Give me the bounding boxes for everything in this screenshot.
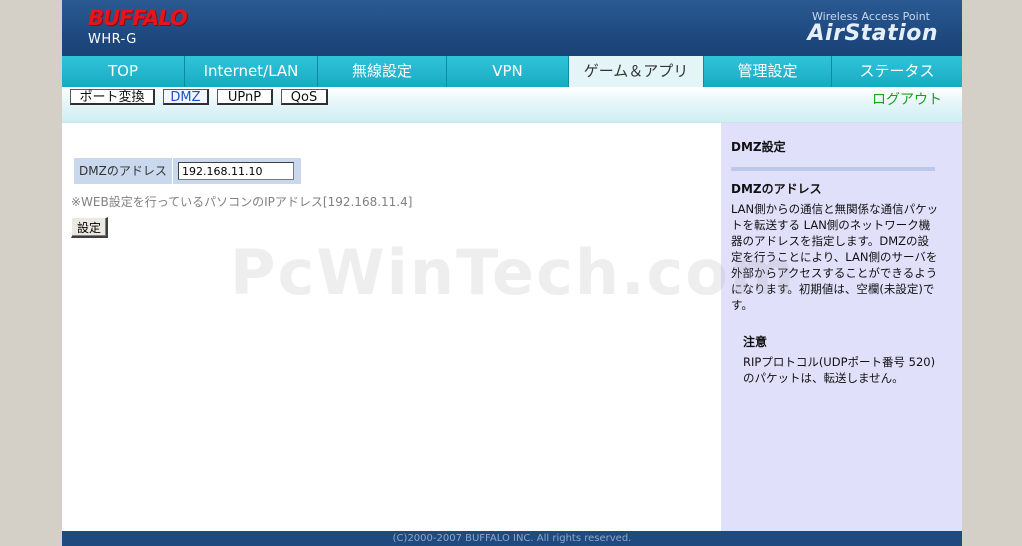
tab-internet-lan[interactable]: Internet/LAN — [185, 56, 318, 87]
help-divider — [731, 167, 935, 171]
tab-wireless[interactable]: 無線設定 — [318, 56, 447, 87]
current-pc-ip-note: ※WEB設定を行っているパソコンのIPアドレス[192.168.11.4] — [71, 195, 413, 209]
tab-game-apps[interactable]: ゲーム＆アプリ — [569, 56, 704, 87]
buffalo-logo: BUFFALO — [88, 6, 188, 30]
subtab-dmz[interactable]: DMZ — [163, 89, 209, 105]
airstation-logo: AirStation — [807, 21, 938, 46]
sub-tab-bar: ポート変換 DMZ UPnP QoS ログアウト — [62, 87, 962, 123]
subtab-upnp[interactable]: UPnP — [217, 89, 273, 105]
main-tabs: TOP Internet/LAN 無線設定 VPN ゲーム＆アプリ 管理設定 ス… — [62, 56, 962, 87]
tab-status[interactable]: ステータス — [832, 56, 962, 87]
dmz-address-label: DMZのアドレス — [74, 158, 172, 184]
help-note-title: 注意 — [743, 335, 768, 349]
header-bar: BUFFALO WHR-G Wireless Access Point AirS… — [62, 0, 962, 56]
logout-link[interactable]: ログアウト — [872, 89, 942, 109]
dmz-address-input[interactable] — [178, 162, 294, 180]
apply-settings-button[interactable]: 設定 — [71, 217, 109, 238]
subtab-port-forwarding[interactable]: ポート変換 — [70, 89, 155, 105]
tab-top[interactable]: TOP — [62, 56, 185, 87]
help-title: DMZ設定 — [731, 140, 786, 154]
tab-admin[interactable]: 管理設定 — [704, 56, 832, 87]
subtab-qos[interactable]: QoS — [281, 89, 328, 105]
help-section-body: LAN側からの通信と無関係な通信パケットを転送する LAN側のネットワーク機器の… — [731, 202, 939, 312]
tab-vpn[interactable]: VPN — [447, 56, 569, 87]
dmz-input-cell — [173, 158, 301, 184]
footer-copyright: (C)2000-2007 BUFFALO INC. All rights res… — [62, 531, 962, 546]
help-note-body: RIPプロトコル(UDPポート番号 520)のパケットは、転送しません。 — [743, 355, 936, 385]
router-admin-frame: BUFFALO WHR-G Wireless Access Point AirS… — [62, 0, 962, 546]
main-content: DMZのアドレス ※WEB設定を行っているパソコンのIPアドレス[192.168… — [62, 123, 721, 531]
model-name: WHR-G — [88, 32, 137, 47]
help-panel: DMZ設定 DMZのアドレス LAN側からの通信と無関係な通信パケットを転送する… — [721, 123, 962, 531]
help-section-title: DMZのアドレス — [731, 182, 822, 196]
